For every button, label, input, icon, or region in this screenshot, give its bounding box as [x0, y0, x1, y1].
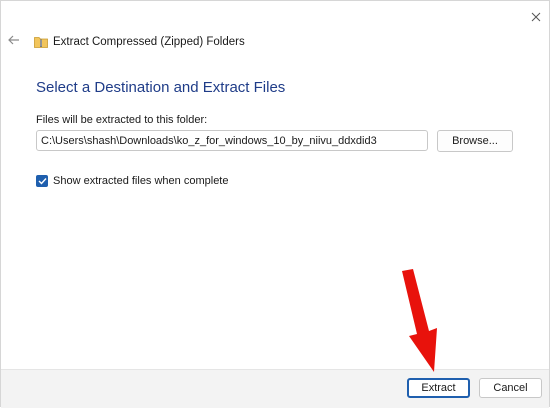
- extract-dialog-window: Extract Compressed (Zipped) Folders Sele…: [0, 0, 550, 408]
- close-icon: [531, 12, 541, 22]
- show-files-option[interactable]: Show extracted files when complete: [36, 174, 228, 187]
- checkmark-icon: [38, 177, 47, 185]
- cancel-button[interactable]: Cancel: [479, 378, 542, 398]
- zip-folder-icon: [34, 37, 48, 48]
- extract-button[interactable]: Extract: [407, 378, 470, 398]
- show-files-label: Show extracted files when complete: [53, 174, 229, 187]
- close-button[interactable]: [525, 6, 547, 28]
- destination-path-input[interactable]: [36, 130, 428, 151]
- page-heading: Select a Destination and Extract Files: [36, 79, 286, 96]
- back-button[interactable]: [6, 32, 22, 48]
- back-arrow-icon: [8, 35, 19, 45]
- browse-button[interactable]: Browse...: [437, 130, 513, 152]
- red-arrow-annotation: [402, 269, 437, 372]
- show-files-checkbox[interactable]: [36, 174, 48, 187]
- dialog-title-row: Extract Compressed (Zipped) Folders: [34, 34, 245, 50]
- destination-label: Files will be extracted to this folder:: [36, 114, 208, 126]
- dialog-title: Extract Compressed (Zipped) Folders: [53, 36, 245, 48]
